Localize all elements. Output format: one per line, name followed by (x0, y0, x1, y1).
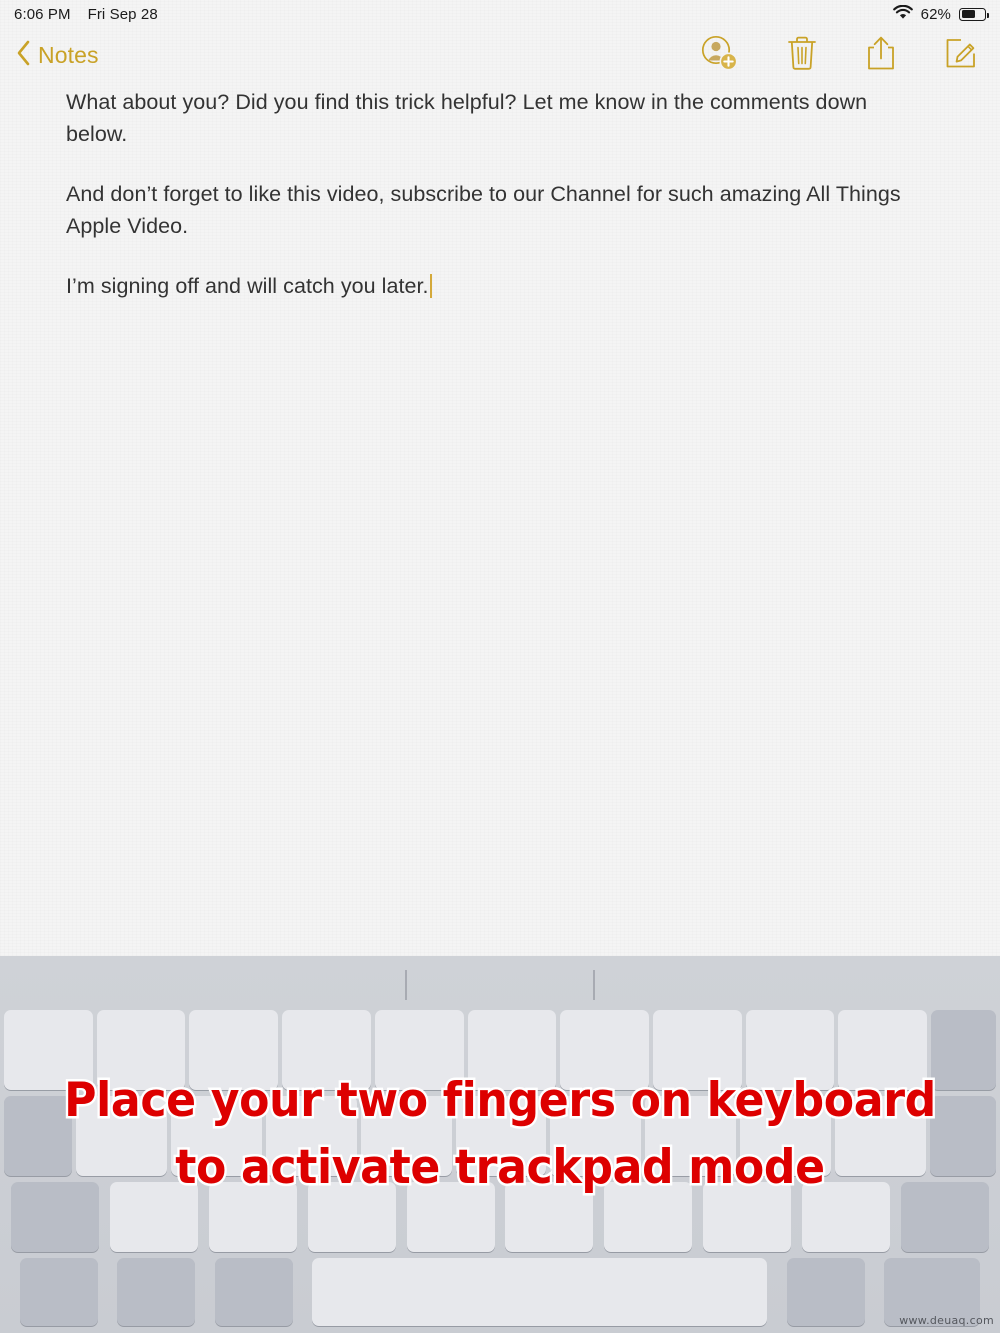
instruction-line-2: to activate trackpad mode (173, 1137, 828, 1197)
compose-note-button[interactable] (944, 36, 978, 75)
predictive-text-bar[interactable] (0, 956, 1000, 1013)
status-time: 6:06 PM (14, 5, 71, 23)
battery-percent-label: 62% (920, 5, 951, 23)
text-cursor (429, 274, 433, 299)
ipad-notes-screen: 6:06 PM Fri Sep 28 62% Notes What about … (0, 0, 1000, 1333)
wifi-icon (892, 4, 913, 24)
back-to-notes-button[interactable]: Notes (16, 40, 99, 71)
keyboard-key[interactable] (214, 1258, 293, 1326)
share-note-button[interactable] (866, 35, 896, 76)
instruction-line-1: Place your two fingers on keyboard (62, 1071, 939, 1131)
battery-icon (959, 7, 989, 21)
keyboard-key[interactable] (19, 1258, 98, 1326)
add-collaborator-button[interactable] (700, 34, 738, 77)
predictive-divider (405, 970, 407, 1000)
note-toolbar (700, 34, 978, 77)
back-button-label: Notes (38, 41, 99, 68)
note-body[interactable]: What about you? Did you find this trick … (0, 86, 1000, 946)
keyboard-key[interactable] (117, 1258, 196, 1326)
status-date: Fri Sep 28 (87, 5, 158, 23)
note-paragraph-1: What about you? Did you find this trick … (66, 90, 868, 147)
keyboard-row-4 (0, 1258, 1000, 1326)
note-paragraph-3-wrap: I’m signing off and will catch you later… (66, 270, 433, 302)
note-paragraph-3: I’m signing off and will catch you later… (66, 274, 429, 299)
delete-note-button[interactable] (786, 35, 818, 76)
navigation-bar: Notes (0, 28, 1000, 82)
status-bar: 6:06 PM Fri Sep 28 62% (0, 0, 1000, 28)
status-bar-left: 6:06 PM Fri Sep 28 (14, 6, 158, 23)
predictive-divider (593, 970, 595, 1000)
keyboard-key[interactable] (312, 1258, 768, 1326)
instruction-overlay: Place your two fingers on keyboard to ac… (0, 1068, 1000, 1201)
keyboard-key[interactable] (786, 1258, 865, 1326)
status-bar-right: 62% (892, 4, 989, 24)
note-paragraph-2: And don’t forget to like this video, sub… (66, 182, 901, 239)
watermark: www.deuaq.com (899, 1314, 994, 1327)
chevron-left-icon (16, 40, 31, 71)
